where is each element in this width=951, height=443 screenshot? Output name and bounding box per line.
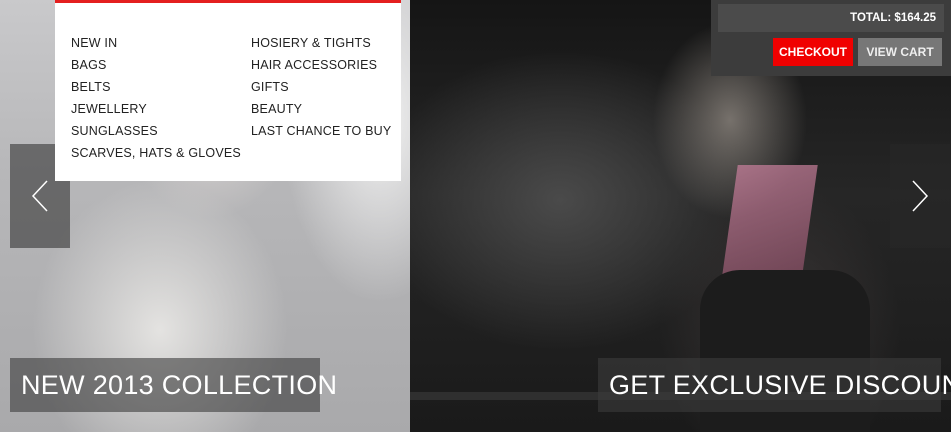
menu-item-scarves-hats-gloves[interactable]: SCARVES, HATS & GLOVES — [71, 142, 241, 164]
menu-item-hair-accessories[interactable]: HAIR ACCESSORIES — [251, 54, 391, 76]
menu-column-2: HOSIERY & TIGHTS HAIR ACCESSORIES GIFTS … — [251, 32, 391, 142]
category-dropdown-menu: NEW IN BAGS BELTS JEWELLERY SUNGLASSES S… — [55, 0, 401, 181]
slide-caption-discount[interactable]: GET EXCLUSIVE DISCOUNT — [598, 358, 951, 412]
menu-item-hosiery-tights[interactable]: HOSIERY & TIGHTS — [251, 32, 391, 54]
slide-caption-collection[interactable]: NEW 2013 COLLECTION — [10, 358, 337, 412]
cart-widget: TOTAL: $164.25 CHECKOUT VIEW CART — [711, 0, 951, 76]
cart-total: TOTAL: $164.25 — [718, 4, 944, 32]
checkout-button[interactable]: CHECKOUT — [773, 38, 853, 66]
menu-item-beauty[interactable]: BEAUTY — [251, 98, 391, 120]
menu-item-bags[interactable]: BAGS — [71, 54, 241, 76]
menu-item-belts[interactable]: BELTS — [71, 76, 241, 98]
menu-item-new-in[interactable]: NEW IN — [71, 32, 241, 54]
bottom-strip — [0, 432, 951, 443]
slider-next-button[interactable] — [890, 144, 950, 248]
scarf-shape — [722, 165, 818, 275]
chevron-left-icon — [31, 180, 48, 212]
view-cart-button[interactable]: VIEW CART — [858, 38, 942, 66]
menu-item-last-chance[interactable]: LAST CHANCE TO BUY — [251, 120, 391, 142]
menu-column-1: NEW IN BAGS BELTS JEWELLERY SUNGLASSES S… — [71, 32, 241, 164]
menu-item-sunglasses[interactable]: SUNGLASSES — [71, 120, 241, 142]
menu-item-jewellery[interactable]: JEWELLERY — [71, 98, 241, 120]
chevron-right-icon — [912, 180, 929, 212]
menu-item-gifts[interactable]: GIFTS — [251, 76, 391, 98]
